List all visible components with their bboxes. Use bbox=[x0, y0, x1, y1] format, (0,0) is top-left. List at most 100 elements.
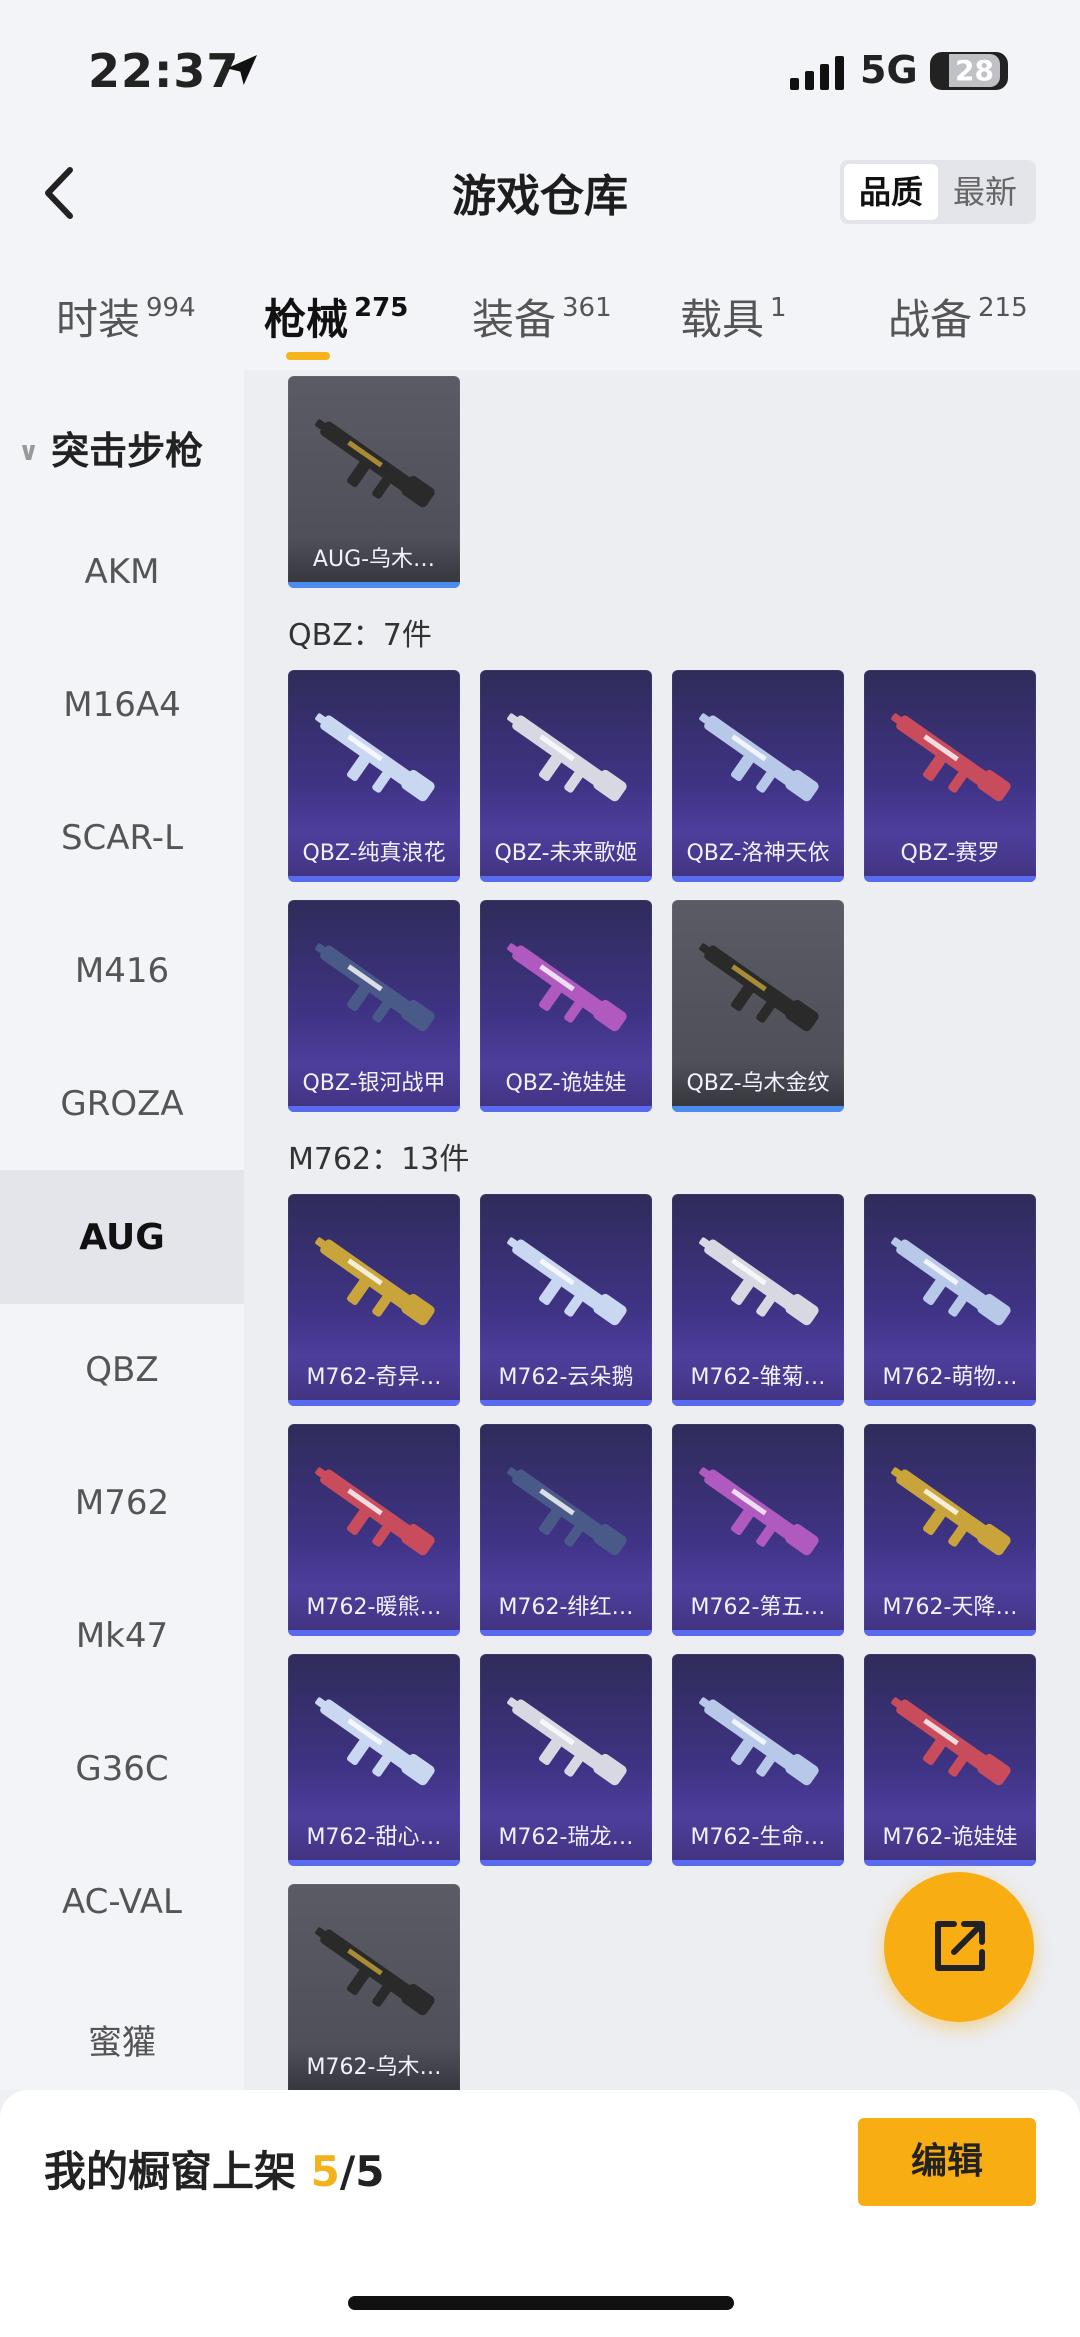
sidebar-category[interactable]: ∨ 突击步枪 bbox=[18, 420, 203, 475]
section-title: M762：13件 bbox=[288, 1142, 470, 1177]
weapon-name: M762-奇异… bbox=[288, 1356, 460, 1400]
weapon-card[interactable]: M762-甜心… bbox=[288, 1654, 460, 1866]
tab-label: 时装 bbox=[56, 295, 141, 344]
rarity-bar bbox=[864, 1400, 1036, 1406]
sidebar-item[interactable]: GROZA bbox=[0, 1084, 244, 1124]
sidebar-item[interactable]: QBZ bbox=[0, 1350, 244, 1390]
status-time: 22:37 bbox=[88, 44, 240, 98]
weapon-card[interactable]: M762-第五… bbox=[672, 1424, 844, 1636]
rarity-bar bbox=[288, 1630, 460, 1636]
weapon-name: AUG-乌木… bbox=[288, 538, 460, 582]
weapon-card[interactable]: M762-奇异… bbox=[288, 1194, 460, 1406]
sidebar-item[interactable]: AC-VAL bbox=[0, 1882, 244, 1922]
sidebar-item[interactable]: M16A4 bbox=[0, 685, 244, 725]
tab-count: 1 bbox=[770, 293, 787, 323]
weapon-card[interactable]: QBZ-未来歌姬 bbox=[480, 670, 652, 882]
rifle-icon bbox=[507, 713, 627, 802]
sort-newest-button[interactable]: 最新 bbox=[938, 164, 1032, 220]
rarity-bar bbox=[672, 876, 844, 882]
weapon-card[interactable]: M762-云朵鹅 bbox=[480, 1194, 652, 1406]
weapon-card[interactable]: M762-雏菊… bbox=[672, 1194, 844, 1406]
weapon-card[interactable]: M762-绯红… bbox=[480, 1424, 652, 1636]
weapon-card[interactable]: QBZ-诡娃娃 bbox=[480, 900, 652, 1112]
weapon-name: M762-绯红… bbox=[480, 1586, 652, 1630]
weapon-name: QBZ-纯真浪花 bbox=[288, 832, 460, 876]
weapon-card[interactable]: M762-瑞龙… bbox=[480, 1654, 652, 1866]
rifle-icon bbox=[315, 1927, 435, 2016]
sidebar-item[interactable]: M762 bbox=[0, 1483, 244, 1523]
tab-count: 994 bbox=[146, 293, 196, 323]
edit-button[interactable]: 编辑 bbox=[858, 2118, 1036, 2206]
weapon-name: M762-暖熊… bbox=[288, 1586, 460, 1630]
rarity-bar bbox=[864, 876, 1036, 882]
weapon-card[interactable]: M762-诡娃娃 bbox=[864, 1654, 1036, 1866]
share-button[interactable] bbox=[884, 1872, 1034, 2022]
showcase-label: 我的橱窗上架 5/5 bbox=[44, 2138, 384, 2199]
weapon-name: M762-甜心… bbox=[288, 1816, 460, 1860]
status-bar: 22:37 5G 28 bbox=[0, 0, 1080, 140]
battery-icon: 28 bbox=[930, 52, 1008, 90]
tab-fashion[interactable]: 时装 994 bbox=[56, 286, 196, 347]
external-link-icon bbox=[935, 1921, 985, 1971]
rifle-icon bbox=[507, 943, 627, 1032]
rifle-icon bbox=[315, 1467, 435, 1556]
weapon-name: M762-诡娃娃 bbox=[864, 1816, 1036, 1860]
section-title: QBZ：7件 bbox=[288, 618, 432, 653]
rifle-icon bbox=[699, 1467, 819, 1556]
tab-count: 361 bbox=[562, 293, 612, 323]
tab-label: 载具 bbox=[680, 295, 765, 344]
weapon-card[interactable]: QBZ-银河战甲 bbox=[288, 900, 460, 1112]
sort-toggle: 品质 最新 bbox=[840, 160, 1036, 224]
weapon-name: M762-云朵鹅 bbox=[480, 1356, 652, 1400]
active-tab-indicator bbox=[286, 352, 330, 360]
sidebar-item[interactable]: SCAR-L bbox=[0, 818, 244, 858]
tab-supplies[interactable]: 战备 215 bbox=[888, 286, 1028, 347]
rifle-icon bbox=[507, 1237, 627, 1326]
weapon-name: M762-第五… bbox=[672, 1586, 844, 1630]
tab-guns[interactable]: 枪械 275 bbox=[264, 286, 408, 347]
weapon-name: QBZ-银河战甲 bbox=[288, 1062, 460, 1106]
location-arrow-icon bbox=[227, 55, 257, 85]
weapon-card[interactable]: M762-乌木… bbox=[288, 1884, 460, 2090]
battery-level: 28 bbox=[949, 54, 1000, 87]
rarity-bar bbox=[672, 1400, 844, 1406]
tab-count: 215 bbox=[978, 293, 1028, 323]
weapon-card[interactable]: M762-天降… bbox=[864, 1424, 1036, 1636]
tab-label: 装备 bbox=[472, 295, 557, 344]
showcase-text: 我的橱窗上架 bbox=[44, 2147, 297, 2196]
weapon-card[interactable]: QBZ-洛神天依 bbox=[672, 670, 844, 882]
network-type: 5G bbox=[860, 48, 918, 92]
weapon-card[interactable]: QBZ-乌木金纹 bbox=[672, 900, 844, 1112]
rarity-bar bbox=[480, 1860, 652, 1866]
rarity-bar bbox=[864, 1860, 1036, 1866]
tab-label: 战备 bbox=[888, 295, 973, 344]
weapon-card[interactable]: M762-萌物… bbox=[864, 1194, 1036, 1406]
rifle-icon bbox=[699, 713, 819, 802]
sidebar-item[interactable]: G36C bbox=[0, 1749, 244, 1789]
weapon-card[interactable]: M762-暖熊… bbox=[288, 1424, 460, 1636]
sidebar-item[interactable]: M416 bbox=[0, 951, 244, 991]
weapon-card[interactable]: QBZ-赛罗 bbox=[864, 670, 1036, 882]
tab-equipment[interactable]: 装备 361 bbox=[472, 286, 612, 347]
weapon-card[interactable]: AUG-乌木… bbox=[288, 376, 460, 588]
weapon-name: M762-生命… bbox=[672, 1816, 844, 1860]
chevron-down-icon: ∨ bbox=[18, 437, 40, 467]
weapon-name: QBZ-诡娃娃 bbox=[480, 1062, 652, 1106]
sort-quality-button[interactable]: 品质 bbox=[844, 164, 938, 220]
signal-icon bbox=[790, 56, 844, 90]
sidebar-item[interactable]: Mk47 bbox=[0, 1616, 244, 1656]
sidebar-category-label: 突击步枪 bbox=[51, 429, 204, 473]
rifle-icon bbox=[891, 1237, 1011, 1326]
rarity-bar bbox=[288, 1860, 460, 1866]
rifle-icon bbox=[507, 1697, 627, 1786]
sidebar-item[interactable]: AKM bbox=[0, 552, 244, 592]
showcase-count: 5 bbox=[310, 2147, 340, 2196]
rarity-bar bbox=[480, 1630, 652, 1636]
weapon-name: M762-乌木… bbox=[288, 2046, 460, 2090]
weapon-card[interactable]: M762-生命… bbox=[672, 1654, 844, 1866]
sidebar-item[interactable]: AUG bbox=[0, 1217, 244, 1258]
rifle-icon bbox=[315, 713, 435, 802]
sidebar-item[interactable]: 蜜獾 bbox=[0, 2015, 244, 2064]
tab-vehicles[interactable]: 载具 1 bbox=[680, 286, 787, 347]
weapon-card[interactable]: QBZ-纯真浪花 bbox=[288, 670, 460, 882]
